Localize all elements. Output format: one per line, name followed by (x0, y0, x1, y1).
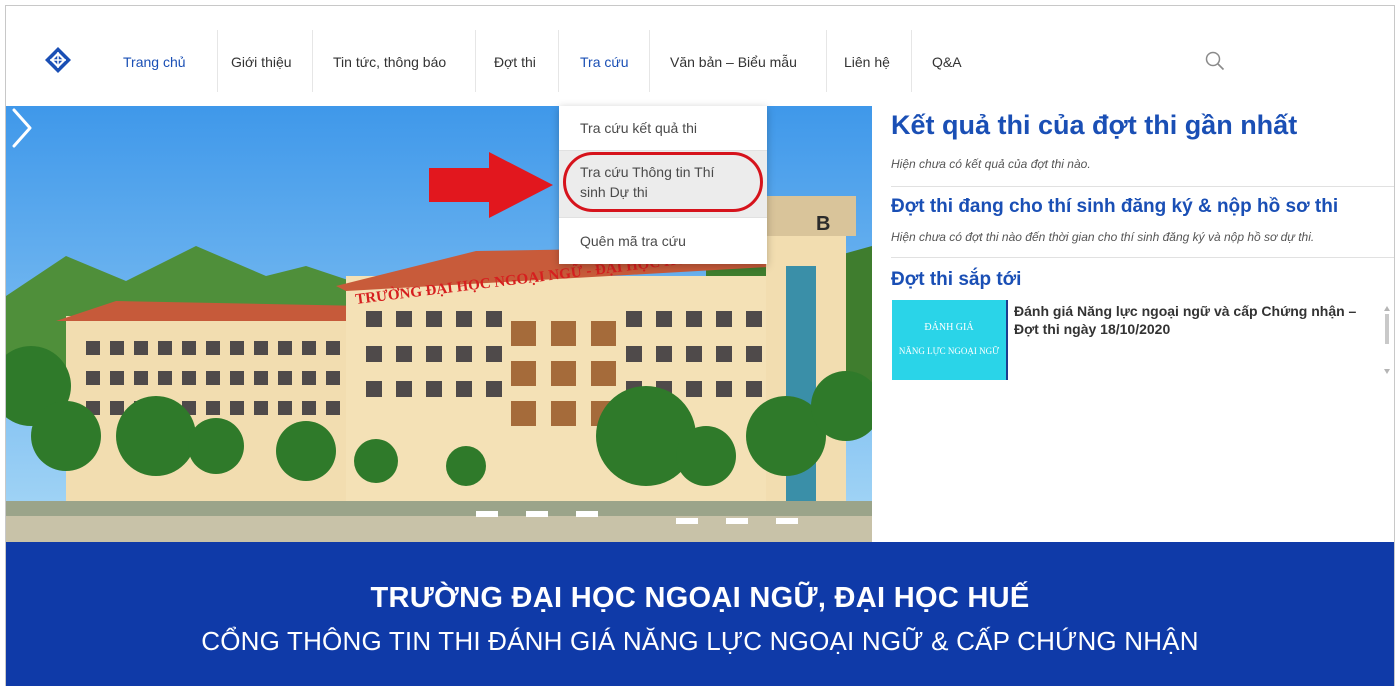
nav-divider (649, 30, 650, 92)
nav-divider (558, 30, 559, 92)
nav-gioi-thieu[interactable]: Giới thiệu (231, 54, 292, 70)
registration-title: Đợt thi đang cho thí sinh đăng ký & nộp … (891, 196, 1339, 217)
site-logo[interactable] (44, 46, 72, 74)
nav-divider (911, 30, 912, 92)
nav-dot-thi[interactable]: Đợt thi (494, 54, 536, 70)
registration-note: Hiện chưa có đợt thi nào đến thời gian c… (891, 230, 1315, 244)
section-divider (891, 186, 1394, 187)
nav-divider (312, 30, 313, 92)
nav-divider (826, 30, 827, 92)
upcoming-event-link[interactable]: Đánh giá Năng lực ngoại ngữ và cấp Chứng… (1014, 302, 1384, 338)
nav-tin-tuc[interactable]: Tin tức, thông báo (333, 54, 446, 70)
nav-van-ban[interactable]: Văn bản – Biểu mẫu (670, 54, 797, 70)
search-icon[interactable] (1204, 50, 1226, 72)
site-banner: TRƯỜNG ĐẠI HỌC NGOẠI NGỮ, ĐẠI HỌC HUẾ CỔ… (6, 542, 1394, 686)
thumb-line1: ĐÁNH GIÁ (924, 322, 974, 333)
site-header: Trang chủ Giới thiệu Tin tức, thông báo … (6, 6, 1394, 106)
dropdown-item-label-line1: Tra cứu Thông tin Thí (580, 164, 715, 180)
tra-cuu-dropdown: Tra cứu kết quả thi Tra cứu Thông tin Th… (559, 106, 767, 264)
block-letter: B (816, 213, 830, 235)
slider-next-icon[interactable] (6, 106, 36, 150)
dropdown-item-quen-ma[interactable]: Quên mã tra cứu (559, 218, 767, 264)
latest-results-title: Kết quả thi của đợt thi gần nhất (891, 110, 1298, 140)
exam-info-panel: Kết quả thi của đợt thi gần nhất Hiện ch… (872, 106, 1394, 542)
upcoming-title: Đợt thi sắp tới (891, 269, 1022, 290)
panel-scrollbar[interactable] (1384, 306, 1390, 374)
red-arrow-icon (429, 152, 553, 218)
thumb-line2: NĂNG LỰC NGOẠI NGỮ (898, 346, 1000, 356)
nav-trang-chu[interactable]: Trang chủ (123, 54, 186, 70)
dropdown-item-label: Quên mã tra cứu (580, 233, 686, 249)
dropdown-item-label: Tra cứu kết quả thi (580, 120, 698, 136)
dropdown-item-label-line2: sinh Dự thi (580, 184, 648, 200)
nav-lien-he[interactable]: Liên hệ (844, 54, 890, 70)
nav-tra-cuu[interactable]: Tra cứu (580, 54, 629, 70)
section-divider (891, 257, 1394, 258)
latest-results-note: Hiện chưa có kết quả của đợt thi nào. (891, 157, 1091, 171)
nav-divider (475, 30, 476, 92)
nav-divider (217, 30, 218, 92)
dropdown-item-ket-qua[interactable]: Tra cứu kết quả thi (559, 106, 767, 150)
nav-qa[interactable]: Q&A (932, 54, 962, 70)
banner-university-name: TRƯỜNG ĐẠI HỌC NGOẠI NGỮ, ĐẠI HỌC HUẾ (370, 582, 1030, 614)
dropdown-item-thong-tin-thi-sinh[interactable]: Tra cứu Thông tin Thí sinh Dự thi (559, 151, 767, 217)
event-thumbnail[interactable]: ĐÁNH GIÁ NĂNG LỰC NGOẠI NGỮ (892, 300, 1008, 380)
banner-portal-name: CỔNG THÔNG TIN THI ĐÁNH GIÁ NĂNG LỰC NGO… (201, 626, 1199, 656)
